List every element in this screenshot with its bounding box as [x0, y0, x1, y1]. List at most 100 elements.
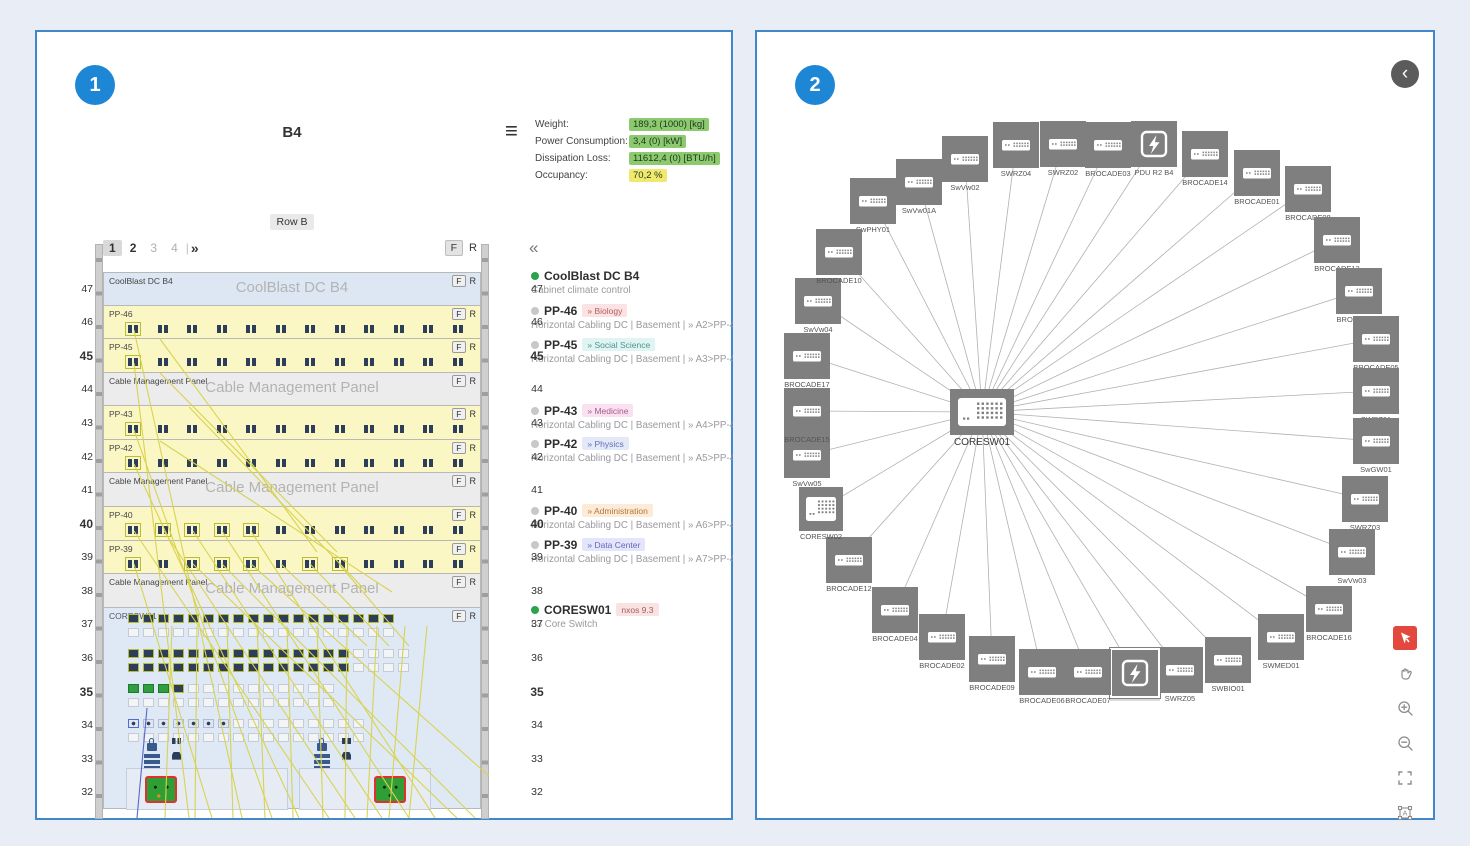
row-rear-button[interactable]: R: [470, 443, 477, 453]
patch-port[interactable]: [217, 526, 227, 534]
switch-port[interactable]: [293, 628, 304, 637]
topology-node-brocade09[interactable]: BROCADE09: [969, 636, 1015, 682]
rack-row-pp-43[interactable]: PP-43FR: [103, 406, 481, 440]
switch-port[interactable]: [308, 614, 319, 623]
patch-port[interactable]: [276, 425, 286, 433]
switch-port[interactable]: [233, 684, 244, 693]
patch-port[interactable]: [128, 358, 138, 366]
patch-port[interactable]: [217, 325, 227, 333]
back-button[interactable]: ‹: [1391, 60, 1419, 88]
switch-port[interactable]: [203, 733, 214, 742]
switch-port[interactable]: [278, 628, 289, 637]
topology-node-brocade02[interactable]: BROCADE02: [919, 614, 965, 660]
switch-port[interactable]: [203, 614, 214, 623]
switch-port[interactable]: [203, 663, 214, 672]
patch-port[interactable]: [246, 459, 256, 467]
switch-port[interactable]: [233, 663, 244, 672]
switch-port[interactable]: [233, 733, 244, 742]
patch-port[interactable]: [217, 425, 227, 433]
rack-row-cable-management-panel[interactable]: Cable Management PanelCable Management P…: [103, 373, 481, 407]
switch-port[interactable]: [158, 614, 169, 623]
patch-port[interactable]: [187, 425, 197, 433]
topology-node-coresw02[interactable]: CORESW02: [799, 487, 843, 531]
select-tool-button[interactable]: [1393, 626, 1417, 650]
switch-port[interactable]: [173, 684, 184, 693]
switch-port[interactable]: [293, 649, 304, 658]
switch-port[interactable]: [353, 649, 364, 658]
patch-port[interactable]: [158, 358, 168, 366]
topology-node-brocade13[interactable]: BROCADE13: [1314, 217, 1360, 263]
patch-port[interactable]: [128, 526, 138, 534]
patch-port[interactable]: [158, 425, 168, 433]
patch-port[interactable]: [187, 459, 197, 467]
switch-port[interactable]: [143, 684, 154, 693]
patch-port[interactable]: [128, 560, 138, 568]
topology-node-swrz03[interactable]: SWRZ03: [1342, 476, 1388, 522]
switch-port[interactable]: [143, 614, 154, 623]
topology-node-brocade06[interactable]: BROCADE06: [1019, 649, 1065, 695]
switch-port[interactable]: [233, 719, 244, 728]
switch-port[interactable]: [218, 663, 229, 672]
patch-port[interactable]: [305, 560, 315, 568]
patch-port[interactable]: [364, 425, 374, 433]
patch-port[interactable]: [423, 358, 433, 366]
switch-port[interactable]: [278, 614, 289, 623]
patch-port[interactable]: [246, 358, 256, 366]
switch-port[interactable]: [263, 733, 274, 742]
switch-port[interactable]: [143, 698, 154, 707]
topology-node-pdu-r2-b4[interactable]: PDU R2 B4: [1131, 121, 1177, 167]
patch-port[interactable]: [423, 325, 433, 333]
list-item-pp-42[interactable]: PP-42» PhysicsHorizontal Cabling DC | Ba…: [531, 436, 733, 464]
topology-node-brocade15[interactable]: BROCADE15: [784, 388, 830, 434]
row-rear-button[interactable]: R: [470, 309, 477, 319]
switch-port[interactable]: [143, 663, 154, 672]
page-more-button[interactable]: »: [191, 240, 199, 256]
topology-node-brocade01[interactable]: BROCADE01: [1234, 150, 1280, 196]
topology-node-brocade14[interactable]: BROCADE14: [1182, 131, 1228, 177]
patch-port[interactable]: [335, 459, 345, 467]
switch-port[interactable]: [308, 684, 319, 693]
switch-port[interactable]: [128, 733, 139, 742]
patch-port[interactable]: [364, 560, 374, 568]
switch-port[interactable]: [218, 628, 229, 637]
switch-port[interactable]: [368, 649, 379, 658]
row-rear-button[interactable]: R: [470, 376, 477, 386]
topology-node-brocade11[interactable]: BROCADE11: [1336, 268, 1382, 314]
row-rear-button[interactable]: R: [470, 611, 477, 621]
switch-port[interactable]: [248, 719, 259, 728]
switch-port[interactable]: [338, 663, 349, 672]
topology-node-swphy01[interactable]: SwPHY01: [850, 178, 896, 224]
patch-port[interactable]: [305, 325, 315, 333]
patch-port[interactable]: [305, 526, 315, 534]
row-front-button[interactable]: F: [452, 375, 465, 387]
switch-port[interactable]: [353, 719, 364, 728]
rack-switch-coresw01[interactable]: CORESW01FR: [103, 608, 481, 809]
patch-port[interactable]: [276, 459, 286, 467]
topology-node-swrz04[interactable]: SWRZ04: [993, 122, 1039, 168]
switch-port[interactable]: [128, 684, 139, 693]
switch-port[interactable]: [368, 614, 379, 623]
row-front-button[interactable]: F: [452, 509, 465, 521]
topology-node-brocade17[interactable]: BROCADE17: [784, 333, 830, 379]
patch-port[interactable]: [128, 325, 138, 333]
switch-port[interactable]: [338, 628, 349, 637]
switch-port[interactable]: [383, 614, 394, 623]
collapse-list-icon[interactable]: «: [529, 238, 538, 258]
switch-port[interactable]: [278, 698, 289, 707]
switch-port[interactable]: [188, 698, 199, 707]
switch-port[interactable]: [158, 719, 169, 728]
topology-node-pdu-selected[interactable]: [1110, 648, 1160, 698]
switch-port[interactable]: [233, 698, 244, 707]
switch-port[interactable]: [278, 649, 289, 658]
switch-port[interactable]: [263, 698, 274, 707]
power-outlet[interactable]: [374, 776, 406, 803]
switch-port[interactable]: [203, 649, 214, 658]
topology-node-brocade16[interactable]: BROCADE16: [1306, 586, 1352, 632]
patch-port[interactable]: [158, 526, 168, 534]
topology-node-brocade12[interactable]: BROCADE12: [826, 537, 872, 583]
patch-port[interactable]: [335, 526, 345, 534]
row-front-button[interactable]: F: [452, 408, 465, 420]
switch-port[interactable]: [308, 698, 319, 707]
row-front-button[interactable]: F: [452, 543, 465, 555]
switch-port[interactable]: [173, 663, 184, 672]
